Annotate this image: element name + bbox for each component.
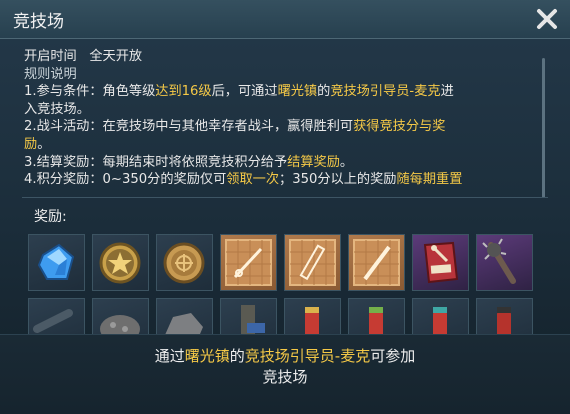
reward-slot-handbook[interactable]: [412, 234, 469, 291]
rule-2-end: 。: [37, 136, 51, 152]
close-icon: [537, 9, 557, 29]
wrench-part-icon: [241, 305, 265, 334]
reward-slot-bat[interactable]: [476, 234, 533, 291]
reward-slot-shell-dark[interactable]: [476, 298, 533, 334]
rule-1-cont: 入竞技场。: [24, 101, 90, 117]
blueprint-stick-icon: [353, 239, 400, 286]
footer-town: 曙光镇: [184, 347, 230, 365]
teal-shell-icon: [433, 307, 447, 334]
rule-2-reward-cont: 励: [24, 136, 38, 152]
rock-icon: [165, 313, 203, 334]
reward-slot-shell-red[interactable]: [284, 298, 341, 334]
dark-shell-icon: [497, 307, 511, 334]
rule-1-town: 曙光镇: [277, 84, 318, 100]
reward-slot-blueprint-3[interactable]: [348, 234, 405, 291]
rule-1-npc: 竞技场引导员-麦克: [330, 84, 441, 100]
rule-3-end: 。: [339, 154, 354, 170]
rule-4-reset: 随每期重置: [396, 172, 463, 188]
reward-slot-pipe[interactable]: [28, 298, 85, 334]
footer-text-c: 的: [229, 347, 245, 365]
pipe-icon: [33, 309, 73, 333]
divider: [22, 197, 548, 198]
open-time-value: 全天开放: [89, 49, 143, 64]
reward-slot-coin[interactable]: [156, 234, 213, 291]
ore-icon: [100, 315, 140, 334]
rule-4-text2: ；350分以上的奖励: [279, 172, 397, 188]
footer-npc: 竞技场引导员-麦克: [244, 347, 371, 365]
open-time-row: 开启时间 全天开放: [24, 48, 536, 66]
rule-1-level: 达到16级: [155, 84, 212, 100]
rule-3-reward: 结算奖励: [287, 154, 340, 170]
reward-slot-medal[interactable]: [92, 234, 149, 291]
rules-heading: 规则说明: [24, 66, 77, 82]
rule-1-text4: 进: [440, 84, 454, 100]
title-bar: 竞技场: [0, 0, 570, 39]
open-time-label: 开启时间: [24, 49, 77, 64]
footer-hint: 通过曙光镇的竞技场引导员-麦克可参加 竞技场: [0, 346, 570, 388]
rewards-grid[interactable]: [28, 234, 540, 334]
rule-2: 2.战斗活动：在竞技场中与其他幸存者战斗，赢得胜利可获得竞技分与奖: [24, 118, 536, 136]
rules-text-area[interactable]: 开启时间 全天开放 规则说明 1.参与条件：角色等级达到16级后，可通过曙光镇的…: [24, 48, 536, 190]
spiked-bat-icon: [482, 238, 516, 284]
reward-slot-blueprint-1[interactable]: [220, 234, 277, 291]
rule-4: 4.积分奖励：0~350分的奖励仅可领取一次；350分以上的奖励随每期重置: [24, 171, 536, 189]
rule-2-reward: 获得竞技分与奖: [353, 119, 446, 135]
window-title: 竞技场: [13, 12, 64, 32]
footer-text-a: 通过: [154, 347, 185, 365]
rule-1-text2: 后，可通过: [211, 84, 278, 100]
rule-1-text: 1.参与条件：角色等级: [24, 84, 156, 100]
reward-slot-part[interactable]: [220, 298, 277, 334]
blueprint-tools-icon: [225, 239, 272, 286]
reward-slot-shell-teal[interactable]: [412, 298, 469, 334]
rule-1-text3: 的: [317, 84, 331, 100]
bronze-coin-icon: [163, 242, 205, 284]
rules-scrollbar[interactable]: [542, 58, 545, 198]
footer-text-e: 可参加: [370, 347, 416, 365]
rule-3: 3.结算奖励：每期结束时将依照竞技积分给予结算奖励。: [24, 154, 536, 172]
reward-slot-shell-green[interactable]: [348, 298, 405, 334]
rule-2-cont: 励。: [24, 136, 536, 154]
red-shell-icon: [305, 307, 319, 334]
rule-4-once: 领取一次: [226, 172, 280, 188]
rewards-label: 奖励:: [34, 209, 67, 225]
rule-2-text: 2.战斗活动：在竞技场中与其他幸存者战斗，赢得胜利可: [24, 119, 354, 135]
blue-crystal-icon: [37, 243, 75, 280]
reward-slot-rock[interactable]: [156, 298, 213, 334]
rule-4-text: 4.积分奖励：0~350分的奖励仅可: [24, 172, 227, 188]
reward-slot-ore[interactable]: [92, 298, 149, 334]
close-button[interactable]: [534, 6, 560, 32]
handbook-icon: [423, 241, 459, 284]
blueprint-plank-icon: [289, 239, 336, 286]
footer-text-f: 竞技场: [262, 368, 308, 386]
rule-1: 1.参与条件：角色等级达到16级后，可通过曙光镇的竞技场引导员-麦克进: [24, 83, 536, 101]
gold-star-medal-icon: [99, 242, 141, 284]
reward-slot-crystal[interactable]: [28, 234, 85, 291]
rule-3-text: 3.结算奖励：每期结束时将依照竞技积分给予: [24, 154, 288, 170]
reward-slot-blueprint-2[interactable]: [284, 234, 341, 291]
green-shell-icon: [369, 307, 383, 334]
